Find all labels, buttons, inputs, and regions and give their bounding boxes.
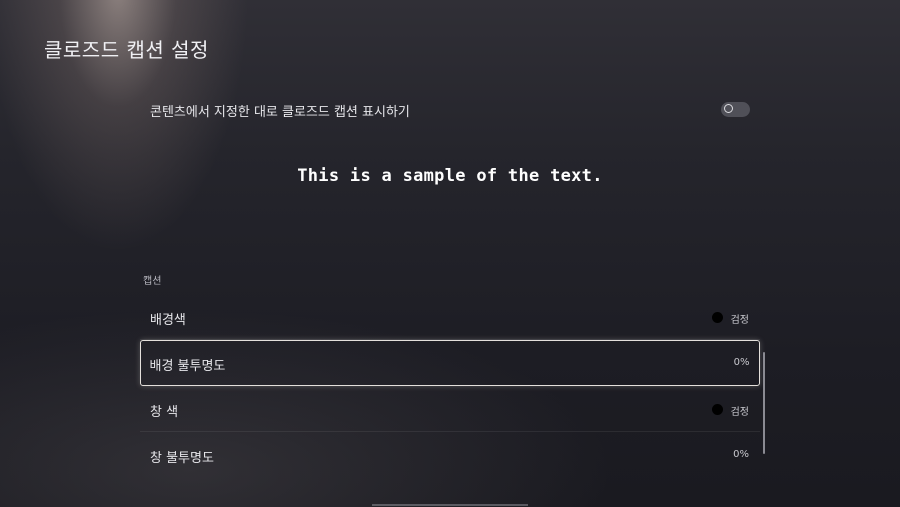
settings-list: 배경색 검정 배경 불투명도 0% 창 색 검정 창 불투명도 0% [140, 294, 760, 478]
setting-value: 검정 [730, 315, 749, 326]
setting-label: 배경색 [150, 313, 186, 328]
section-label-captions: 캡션 [143, 276, 162, 287]
scrollbar[interactable] [763, 352, 765, 454]
bottom-divider [372, 504, 528, 506]
content-captions-toggle-row[interactable]: 콘텐츠에서 지정한 대로 클로즈드 캡션 표시하기 [150, 100, 750, 120]
setting-value: 0% [733, 356, 750, 368]
setting-value: 0% [733, 449, 749, 460]
setting-label: 배경 불투명도 [149, 358, 226, 374]
color-swatch [712, 312, 723, 323]
setting-label: 창 색 [150, 405, 179, 420]
toggle-label: 콘텐츠에서 지정한 대로 클로즈드 캡션 표시하기 [150, 105, 410, 120]
setting-row-window-color[interactable]: 창 색 검정 [140, 386, 760, 432]
toggle-knob [724, 104, 733, 113]
setting-value: 검정 [730, 407, 749, 418]
color-swatch [712, 404, 723, 415]
setting-row-background-color[interactable]: 배경색 검정 [140, 294, 760, 340]
setting-row-window-opacity[interactable]: 창 불투명도 0% [140, 432, 760, 478]
setting-label: 창 불투명도 [150, 451, 214, 466]
page-title: 클로즈드 캡션 설정 [44, 38, 209, 62]
setting-row-background-opacity[interactable]: 배경 불투명도 0% [140, 340, 760, 386]
caption-sample-preview: This is a sample of the text. [297, 166, 603, 186]
toggle-switch[interactable] [721, 102, 750, 117]
